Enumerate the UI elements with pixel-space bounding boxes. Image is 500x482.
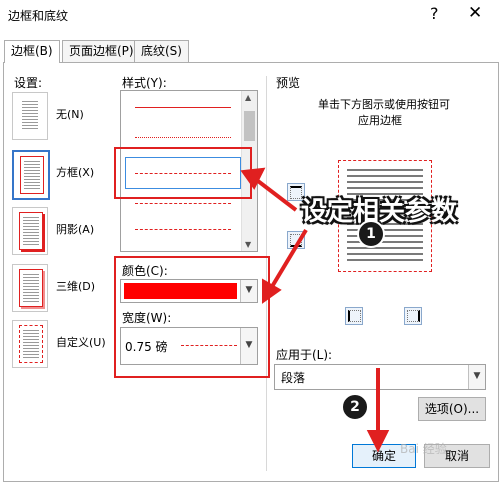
watermark: Bai 经验 xyxy=(400,442,447,456)
annotation-step-1: 1 xyxy=(357,220,385,248)
arrow-head-color xyxy=(262,278,282,304)
arrow-head-ok xyxy=(366,430,390,453)
annotation-step-2: 2 xyxy=(341,393,369,421)
arrow-to-style xyxy=(252,176,298,212)
annotation-arrows xyxy=(240,167,390,453)
arrow-to-color xyxy=(268,228,308,292)
tab-borders[interactable]: 边框(B) xyxy=(4,40,60,63)
